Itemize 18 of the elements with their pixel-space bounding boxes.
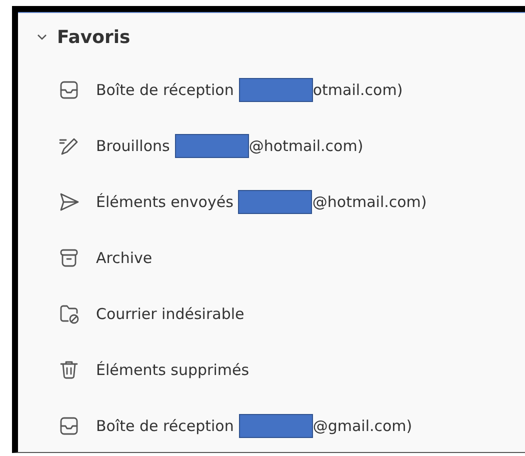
archive-icon <box>58 247 80 269</box>
folder-label[interactable]: Boîte de réception <box>96 417 234 435</box>
folder-label[interactable]: Boîte de réception <box>96 81 234 99</box>
send-icon <box>58 191 80 213</box>
folder-label[interactable]: Éléments supprimés <box>96 361 250 379</box>
inbox-icon <box>58 415 80 437</box>
folder-blocked-icon <box>58 303 80 325</box>
email-suffix: otmail.com) <box>312 81 403 99</box>
inbox-icon <box>58 79 80 101</box>
section-title[interactable]: Favoris <box>57 26 130 48</box>
email-suffix: @gmail.com) <box>312 417 412 435</box>
email-suffix: @hotmail.com) <box>248 137 364 155</box>
folder-label[interactable]: Éléments envoyés <box>96 193 234 211</box>
trash-icon <box>58 359 80 381</box>
folder-label[interactable]: Archive <box>96 249 152 267</box>
email-suffix: @hotmail.com) <box>312 193 427 211</box>
folder-label[interactable]: Courrier indésirable <box>96 305 244 323</box>
folder-label[interactable]: Brouillons <box>96 137 170 155</box>
